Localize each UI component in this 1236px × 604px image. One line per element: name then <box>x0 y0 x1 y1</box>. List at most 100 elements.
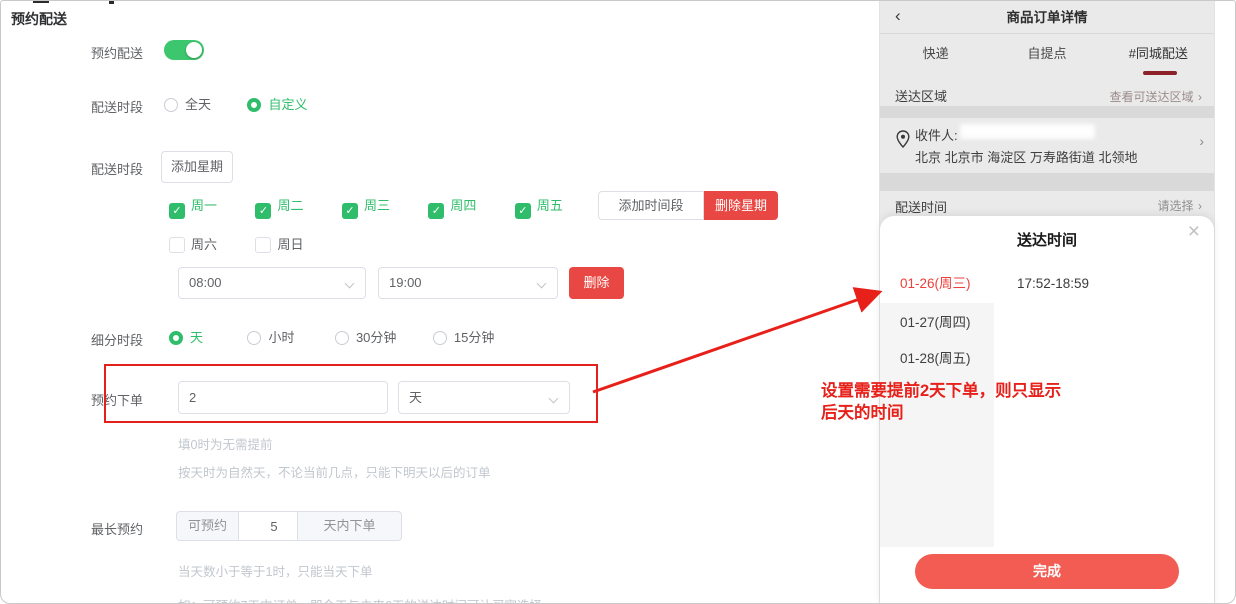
reserve-toggle-label: 预约配送 <box>91 43 143 62</box>
annotation-arrow <box>586 283 886 401</box>
radio-label: 自定义 <box>268 97 307 112</box>
day-label: 周二 <box>277 198 303 213</box>
period-radio-group: 全天 自定义 <box>164 94 307 114</box>
chevron-down-icon <box>345 279 355 289</box>
checkbox-sat[interactable]: 周六 <box>169 237 217 252</box>
preview-title: 商品订单详情 <box>880 1 1214 34</box>
max-reserve-hint-2: 如：可预约7天内订单，即今天与未来6天的送达时间可让买家选择 <box>178 595 542 604</box>
delete-week-button[interactable]: 删除星期 <box>704 191 778 220</box>
max-reserve-hint-1: 当天数小于等于1时，只能当天下单 <box>178 561 372 580</box>
section-divider <box>880 106 1214 118</box>
section-divider <box>880 173 1214 191</box>
weekday-checkbox-row-2: 周六 周日 <box>169 234 303 254</box>
time-end-value: 19:00 <box>389 275 422 290</box>
done-button[interactable]: 完成 <box>915 554 1179 589</box>
week-section-label: 配送时段 <box>91 159 143 178</box>
date-option-selected[interactable]: 01-26(周三) <box>880 266 994 302</box>
granularity-label: 细分时段 <box>91 330 143 349</box>
date-option[interactable]: 01-27(周四) <box>880 305 994 341</box>
active-tab-underline <box>1143 71 1177 75</box>
radio-icon <box>247 98 261 112</box>
recipient-address: 北京 北京市 海淀区 万寿路街道 北领地 <box>915 147 1137 166</box>
add-timeslot-button[interactable]: 添加时间段 <box>598 191 704 220</box>
page-title: 预约配送 <box>11 9 67 29</box>
tab-express[interactable]: 快递 <box>880 34 991 78</box>
delivery-time-select-row[interactable]: 请选择 › <box>1158 197 1202 215</box>
radio-15min[interactable]: 15分钟 <box>433 330 494 345</box>
delivery-time-label: 配送时间 <box>895 197 947 216</box>
radio-hour[interactable]: 小时 <box>247 330 294 345</box>
day-label: 周五 <box>537 198 563 213</box>
day-label: 周四 <box>450 198 476 213</box>
chevron-right-icon: › <box>1198 90 1202 104</box>
checkbox-unchecked-icon <box>169 237 185 253</box>
checkbox-mon[interactable]: ✓周一 <box>169 198 217 213</box>
crop-artifact <box>33 1 49 3</box>
redacted-recipient-info <box>960 124 1095 139</box>
max-reserve-prefix: 可预约 <box>176 511 238 541</box>
reserve-delivery-toggle[interactable] <box>164 40 204 60</box>
day-label: 周一 <box>191 198 217 213</box>
radio-icon <box>169 331 183 345</box>
checkbox-sun[interactable]: 周日 <box>255 237 303 252</box>
time-start-select[interactable]: 08:00 <box>178 267 366 299</box>
chevron-right-icon[interactable]: › <box>1199 133 1204 149</box>
placeholder-label: 请选择 <box>1158 199 1194 213</box>
checkbox-checked-icon: ✓ <box>255 203 271 219</box>
add-week-button[interactable]: 添加星期 <box>161 151 233 183</box>
max-reserve-days-input[interactable] <box>238 511 298 541</box>
advance-unit-select[interactable]: 天 <box>398 381 570 414</box>
checkbox-checked-icon: ✓ <box>428 203 444 219</box>
period-label: 配送时段 <box>91 97 143 116</box>
app-screen: 预约配送 预约配送 配送时段 全天 自定义 配送时段 添加星期 ✓周一 ✓周二 … <box>0 0 1236 604</box>
radio-icon <box>247 331 261 345</box>
mobile-preview-panel: ‹ 商品订单详情 快递 自提点 #同城配送 送达区域 查看可送达区域 › 收件人… <box>879 1 1215 604</box>
location-pin-icon <box>896 130 910 148</box>
radio-day[interactable]: 天 <box>169 330 203 345</box>
view-delivery-area-link[interactable]: 查看可送达区域 › <box>1110 88 1202 106</box>
chevron-down-icon <box>549 394 559 404</box>
max-reserve-label: 最长预约 <box>91 519 143 538</box>
radio-label: 15分钟 <box>454 330 494 345</box>
radio-30min[interactable]: 30分钟 <box>335 330 396 345</box>
weekday-checkbox-row: ✓周一 ✓周二 ✓周三 ✓周四 ✓周五 <box>169 195 563 219</box>
radio-label: 小时 <box>268 330 294 345</box>
time-start-value: 08:00 <box>189 275 222 290</box>
radio-all-day[interactable]: 全天 <box>164 97 211 112</box>
max-reserve-suffix: 天内下单 <box>298 511 402 541</box>
day-label: 周三 <box>364 198 390 213</box>
close-icon[interactable]: × <box>1188 220 1200 244</box>
time-end-select[interactable]: 19:00 <box>378 267 558 299</box>
chevron-down-icon <box>537 279 547 289</box>
radio-label: 天 <box>190 330 203 345</box>
crop-artifact <box>109 1 114 4</box>
checkbox-fri[interactable]: ✓周五 <box>515 198 563 213</box>
toggle-knob <box>186 42 202 58</box>
checkbox-tue[interactable]: ✓周二 <box>255 198 303 213</box>
advance-unit-value: 天 <box>409 390 422 405</box>
delivery-area-label: 送达区域 <box>895 86 947 105</box>
radio-label: 30分钟 <box>356 330 396 345</box>
checkbox-thu[interactable]: ✓周四 <box>428 198 476 213</box>
chevron-right-icon: › <box>1198 199 1202 213</box>
radio-icon <box>164 98 178 112</box>
day-label: 周日 <box>277 237 303 252</box>
radio-label: 全天 <box>185 97 211 112</box>
granularity-radio-group: 天 小时 30分钟 15分钟 <box>169 327 494 347</box>
date-option[interactable]: 01-28(周五) <box>880 341 994 377</box>
radio-icon <box>335 331 349 345</box>
max-reserve-group: 可预约 天内下单 <box>176 511 402 541</box>
checkbox-wed[interactable]: ✓周三 <box>342 198 390 213</box>
time-slot-option[interactable]: 17:52-18:59 <box>1017 266 1089 302</box>
link-label: 查看可送达区域 <box>1110 90 1194 104</box>
checkbox-unchecked-icon <box>255 237 271 253</box>
radio-icon <box>433 331 447 345</box>
advance-hint-1: 填0时为无需提前 <box>178 434 272 453</box>
checkbox-checked-icon: ✓ <box>342 203 358 219</box>
radio-custom[interactable]: 自定义 <box>247 97 307 112</box>
day-label: 周六 <box>191 237 217 252</box>
advance-hint-2: 按天时为自然天，不论当前几点，只能下明天以后的订单 <box>178 462 491 481</box>
annotation-line-2: 后天的时间 <box>821 402 1161 424</box>
tab-pickup-point[interactable]: 自提点 <box>991 34 1102 78</box>
preview-header: ‹ 商品订单详情 <box>880 1 1214 34</box>
